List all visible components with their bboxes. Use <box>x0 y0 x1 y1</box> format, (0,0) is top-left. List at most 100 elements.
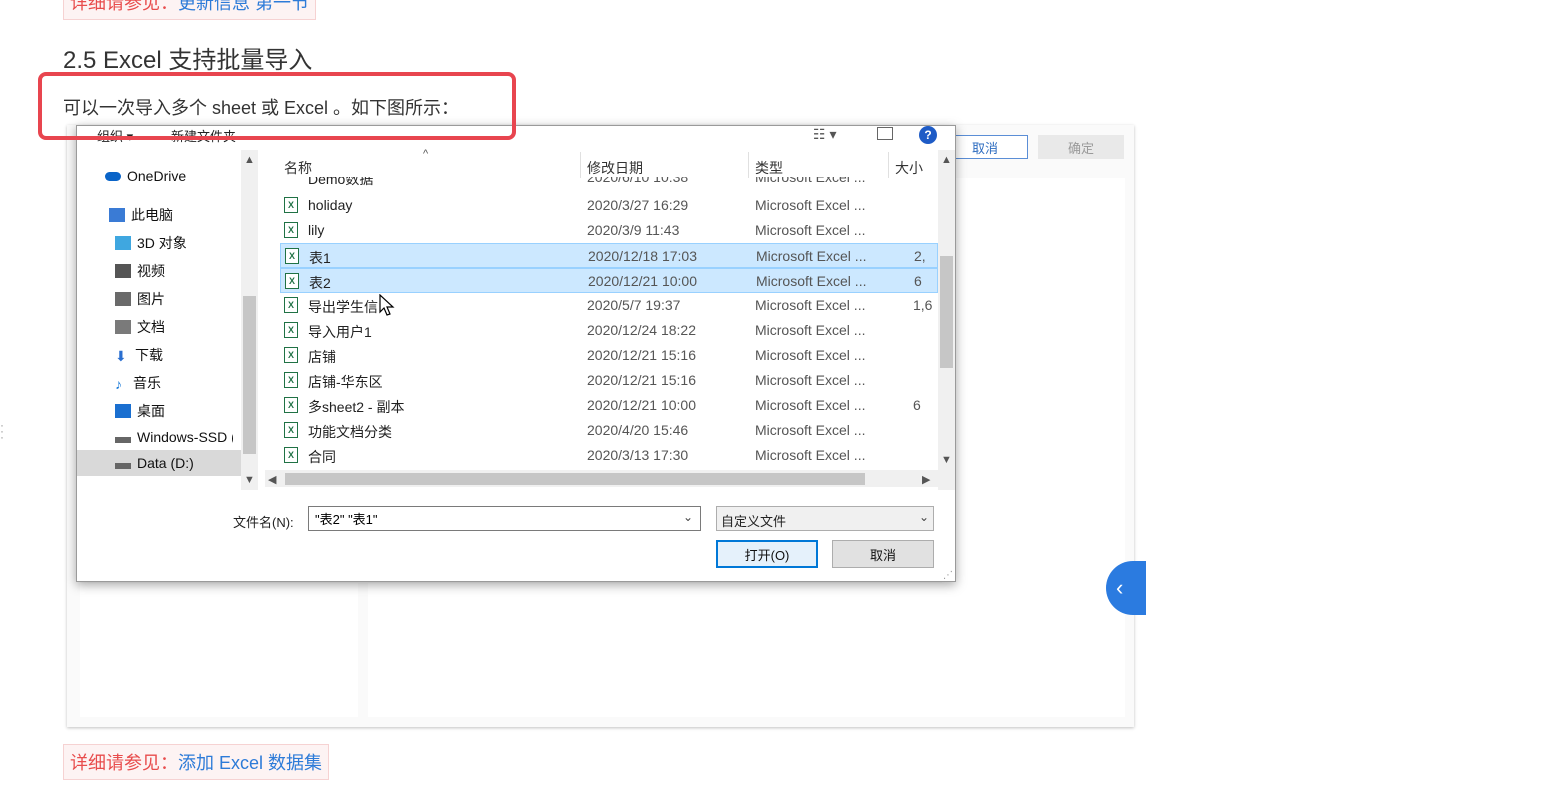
cancel-button[interactable]: 取消 <box>832 540 934 568</box>
filename-label: 文件名(N): <box>233 515 294 530</box>
file-size: 2, <box>914 248 926 264</box>
file-modified: 2020/12/21 15:16 <box>587 372 696 388</box>
nav-item[interactable]: 视频 <box>115 261 165 281</box>
open-button[interactable]: 打开(O) <box>716 540 818 568</box>
sort-ascending-icon: ^ <box>423 148 429 160</box>
list-horizontal-scrollbar-thumb[interactable] <box>285 473 865 485</box>
excel-file-icon: X <box>285 248 299 264</box>
file-open-dialog: 组织 ▾ 新建文件夹 ☷ ▾ ? ▲ ▼ OneDrive 此电脑 3D 对象 视频图… <box>76 125 956 582</box>
column-header-type[interactable]: 类型 <box>755 158 783 178</box>
mouse-cursor-icon <box>379 294 395 316</box>
column-header-name[interactable]: 名称 <box>284 158 312 178</box>
list-view-icon[interactable]: ☷ ▾ <box>813 126 836 143</box>
nav-item-label: 下载 <box>135 347 163 363</box>
file-row[interactable]: X 店铺-华东区 2020/12/21 15:16 Microsoft Excel .… <box>280 368 938 393</box>
nav-item-label: Data (D:) <box>137 455 194 471</box>
resize-grip-icon[interactable]: ⋰ <box>943 570 953 581</box>
filename-input[interactable] <box>308 506 701 531</box>
nav-item[interactable]: Data (D:) <box>77 450 241 476</box>
drive-icon <box>115 437 131 443</box>
nav-scroll-down-icon[interactable]: ▼ <box>244 474 255 486</box>
nav-item[interactable]: OneDrive <box>105 168 186 184</box>
file-name: 导入用户1 <box>308 324 372 340</box>
nav-item-label: 视频 <box>137 263 165 279</box>
excel-file-icon: X <box>284 297 298 313</box>
scroll-left-icon[interactable]: ◀ <box>268 473 276 486</box>
file-row[interactable]: X 合同 2020/3/13 17:30 Microsoft Excel ... <box>280 443 938 468</box>
file-row-partial[interactable]: Demo数据 2020/6/10 10:38 Microsoft Excel .… <box>280 177 938 188</box>
help-icon[interactable]: ? <box>919 126 937 144</box>
background-ok-button[interactable]: 确定 <box>1038 135 1124 159</box>
file-name: 店铺 <box>308 349 336 365</box>
nav-item-label: 桌面 <box>137 403 165 419</box>
cloud-icon <box>105 171 121 181</box>
nav-item-label: 文档 <box>137 319 165 335</box>
column-header-modified[interactable]: 修改日期 <box>587 158 643 178</box>
nav-item[interactable]: ♪ 音乐 <box>115 373 161 393</box>
file-type-filter[interactable]: 自定义文件 <box>716 506 934 531</box>
excel-file-icon: X <box>285 273 299 289</box>
desktop-icon <box>115 404 131 418</box>
nav-item[interactable]: Windows-SSD ( <box>115 429 233 445</box>
file-modified: 2020/3/13 17:30 <box>587 447 689 463</box>
nav-scroll-up-icon[interactable]: ▲ <box>244 154 255 166</box>
file-row[interactable]: X 表2 2020/12/21 10:00 Microsoft Excel ... 6 <box>280 268 938 293</box>
excel-file-icon: X <box>284 422 298 438</box>
bottom-note-link[interactable]: 添加 Excel 数据集 <box>178 753 322 773</box>
file-name: 多sheet2 - 副本 <box>308 399 405 415</box>
chevron-down-icon[interactable]: ⌄ <box>919 510 929 524</box>
file-row[interactable]: X 多sheet2 - 副本 2020/12/21 10:00 Microsoft E… <box>280 393 938 418</box>
file-modified: 2020/3/27 16:29 <box>587 197 689 213</box>
excel-file-icon: X <box>284 197 298 213</box>
file-type: Microsoft Excel ... <box>755 297 866 313</box>
nav-item[interactable]: 3D 对象 <box>115 233 187 253</box>
file-name: holiday <box>308 197 353 213</box>
file-modified: 2020/12/18 17:03 <box>588 248 697 264</box>
file-size: 6 <box>914 273 922 289</box>
nav-item[interactable]: 图片 <box>115 289 165 309</box>
bottom-reference-note: 详细请参见：添加 Excel 数据集 <box>63 744 330 780</box>
file-row[interactable]: Xholiday 2020/3/27 16:29 Microsoft Excel .… <box>280 193 938 218</box>
nav-scrollbar-thumb[interactable] <box>243 296 256 454</box>
excel-file-icon: X <box>284 447 298 463</box>
nav-item-label: 图片 <box>137 291 165 307</box>
excel-file-icon: X <box>284 222 298 238</box>
list-scroll-down-icon[interactable]: ▼ <box>941 454 952 466</box>
excel-file-icon: X <box>284 397 298 413</box>
file-name: 表2 <box>309 275 331 291</box>
file-type: Microsoft Excel ... <box>755 197 866 213</box>
file-type: Microsoft Excel ... <box>755 347 866 363</box>
file-type: Microsoft Excel ... <box>756 273 867 289</box>
file-modified: 2020/4/20 15:46 <box>587 422 689 438</box>
preview-pane-icon[interactable] <box>877 127 893 140</box>
column-header-size[interactable]: 大小 <box>895 158 923 178</box>
file-type: Microsoft Excel ... <box>755 397 866 413</box>
nav-item[interactable]: 桌面 <box>115 401 165 421</box>
file-row[interactable]: Xlily 2020/3/9 11:43 Microsoft Excel ... <box>280 218 938 243</box>
nav-item-label: 此电脑 <box>131 207 173 223</box>
highlight-frame <box>38 72 516 140</box>
top-note-link[interactable]: 更新信息 第一节 <box>178 0 309 13</box>
scroll-right-icon[interactable]: ▶ <box>922 473 930 486</box>
nav-item[interactable]: 文档 <box>115 317 165 337</box>
file-modified: 2020/12/21 10:00 <box>587 397 696 413</box>
file-type: Microsoft Excel ... <box>755 372 866 388</box>
file-row[interactable]: X 表1 2020/12/18 17:03 Microsoft Excel ... 2, <box>280 243 938 268</box>
picture-icon <box>115 292 131 306</box>
file-modified: 2020/12/21 15:16 <box>587 347 696 363</box>
list-scroll-up-icon[interactable]: ▲ <box>941 154 952 166</box>
file-row[interactable]: X 导入用户1 2020/12/24 18:22 Microsoft Excel ..… <box>280 318 938 343</box>
nav-item[interactable]: 此电脑 <box>109 205 173 225</box>
file-row[interactable]: X 店铺 2020/12/21 15:16 Microsoft Excel ... <box>280 343 938 368</box>
file-name: Demo数据 <box>308 177 374 187</box>
drag-handle-icon: · · · <box>0 418 4 444</box>
file-type: Microsoft Excel ... <box>755 177 866 185</box>
file-type: Microsoft Excel ... <box>755 222 866 238</box>
file-modified: 2020/12/21 10:00 <box>588 273 697 289</box>
nav-item[interactable]: ⬇ 下载 <box>115 345 163 365</box>
file-modified: 2020/3/9 11:43 <box>587 222 680 238</box>
background-side-panel <box>942 178 1125 583</box>
list-vertical-scrollbar-thumb[interactable] <box>940 256 953 368</box>
file-row[interactable]: X 功能文档分类 2020/4/20 15:46 Microsoft Excel ..… <box>280 418 938 443</box>
chevron-down-icon[interactable]: ⌄ <box>683 510 693 524</box>
